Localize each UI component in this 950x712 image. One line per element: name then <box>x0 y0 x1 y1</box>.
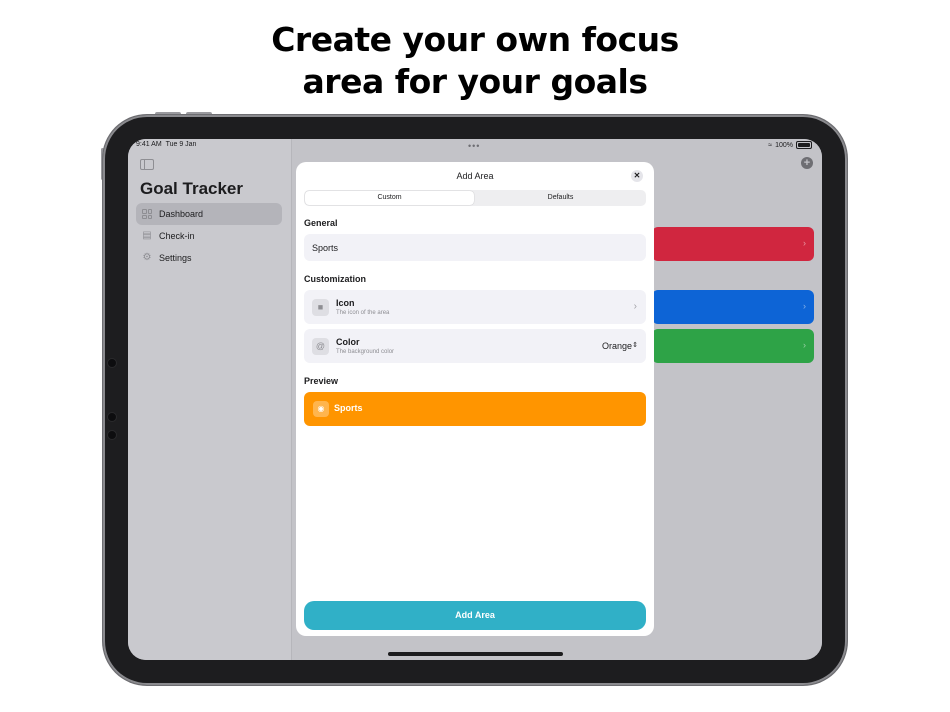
status-time-text: 9:41 AM <box>136 141 162 148</box>
sidebar-item-label: Dashboard <box>159 209 204 219</box>
area-card[interactable]: › <box>652 329 814 363</box>
chevron-right-icon: › <box>803 238 806 248</box>
color-row-subtitle: The background color <box>336 349 395 355</box>
sidebar-item-label: Check-in <box>159 231 195 241</box>
plus-icon[interactable]: + <box>801 157 813 169</box>
segment-defaults[interactable]: Defaults <box>476 191 645 205</box>
status-right: ≈ 100% <box>768 141 812 149</box>
grid-icon <box>142 209 152 219</box>
chevron-right-icon: › <box>803 340 806 350</box>
battery-icon <box>796 141 812 149</box>
area-name-value: Sports <box>312 243 339 253</box>
icon-row[interactable]: ■ Icon The icon of the area › <box>304 290 646 324</box>
connector-dot <box>107 412 117 422</box>
sidebar-icon[interactable] <box>140 159 154 170</box>
headline-line-2: area for your goals <box>302 62 648 101</box>
battery-percent: 100% <box>775 141 793 149</box>
icon-row-subtitle: The icon of the area <box>336 310 390 316</box>
wifi-icon: ≈ <box>768 141 773 149</box>
color-row-title: Color <box>336 337 360 347</box>
square-icon: ■ <box>312 299 329 316</box>
area-name-input[interactable]: Sports <box>304 234 646 261</box>
close-icon[interactable]: ✕ <box>631 170 643 182</box>
headline-line-1: Create your own focus <box>271 20 679 59</box>
sidebar-item-check-in[interactable]: ▤ Check-in <box>136 225 282 247</box>
icon-row-title: Icon <box>336 298 355 308</box>
color-picker-value[interactable]: Orange <box>602 341 632 351</box>
chevron-up-down-icon: ⇕ <box>632 342 638 349</box>
preview-label: Sports <box>334 403 363 413</box>
preview-card: ◉ Sports <box>304 392 646 426</box>
chevron-right-icon: › <box>633 301 637 312</box>
gear-icon: ⚙ <box>142 252 152 263</box>
home-indicator[interactable] <box>388 652 563 656</box>
sidebar: 9:41 AM Tue 9 Jan Goal Tracker Dashboard… <box>128 139 292 660</box>
section-header-general: General <box>304 218 338 228</box>
sidebar-item-label: Settings <box>159 253 192 263</box>
area-card[interactable]: › <box>652 290 814 324</box>
app-title: Goal Tracker <box>140 179 244 198</box>
chevron-right-icon: › <box>803 301 806 311</box>
add-area-button[interactable]: Add Area <box>304 601 646 630</box>
calendar-icon: ▤ <box>142 230 152 241</box>
palette-icon: @ <box>312 338 329 355</box>
sheet-title: Add Area <box>456 171 494 181</box>
segment-custom[interactable]: Custom <box>305 191 474 205</box>
connector-dot <box>107 430 117 440</box>
status-time: 9:41 AM Tue 9 Jan <box>136 141 196 148</box>
status-date-text: Tue 9 Jan <box>165 141 197 148</box>
section-header-preview: Preview <box>304 376 339 386</box>
add-area-sheet: Add Area ✕ Custom Defaults General Sport… <box>296 162 654 636</box>
sidebar-item-settings[interactable]: ⚙ Settings <box>136 247 282 269</box>
sidebar-item-dashboard[interactable]: Dashboard <box>136 203 282 225</box>
color-row[interactable]: @ Color The background color Orange ⇕ <box>304 329 646 363</box>
multitasking-dots[interactable]: ••• <box>468 141 480 151</box>
segmented-control: Custom Defaults <box>304 190 646 206</box>
camera-dot <box>107 358 117 368</box>
area-card[interactable]: › <box>652 227 814 261</box>
section-header-customization: Customization <box>304 274 366 284</box>
sports-ball-icon: ◉ <box>313 401 329 417</box>
